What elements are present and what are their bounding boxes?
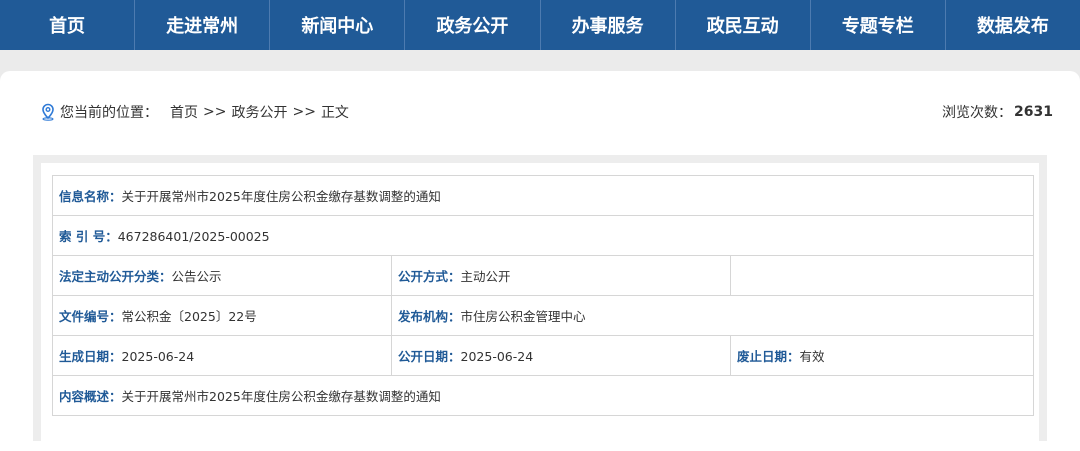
nav-about-changzhou[interactable]: 走进常州 [135,0,271,50]
breadcrumb-government-affairs[interactable]: 政务公开 [231,102,287,122]
table-row: 索 引 号：467286401/2025-00025 [51,215,1035,256]
disclosure-method-value: 主动公开 [460,269,511,284]
disclosure-method-label: 公开方式： [398,269,461,284]
document-number-value: 常公积金〔2025〕22号 [121,309,257,324]
created-date-value: 2025-06-24 [121,349,195,364]
breadcrumb-home[interactable]: 首页 [170,102,198,122]
disclosure-method-cell: 公开方式：主动公开 [391,255,731,296]
category-cell: 法定主动公开分类：公告公示 [52,255,392,296]
breadcrumb-label: 您当前的位置： [60,105,158,121]
breadcrumb-separator: >> [203,104,227,120]
index-number-value: 467286401/2025-00025 [117,229,270,244]
index-number-cell: 索 引 号：467286401/2025-00025 [51,215,1035,256]
nav-news-center[interactable]: 新闻中心 [270,0,406,50]
empty-cell [729,255,1035,296]
table-row: 生成日期：2025-06-24 公开日期：2025-06-24 废止日期：有效 [52,335,1035,376]
summary-cell: 内容概述：关于开展常州市2025年度住房公积金缴存基数调整的通知 [51,375,1035,416]
info-box: 信息名称：关于开展常州市2025年度住房公积金缴存基数调整的通知 索 引 号：4… [33,155,1047,441]
abolished-date-value: 有效 [799,349,825,364]
nav-home[interactable]: 首页 [0,0,136,50]
document-number-label: 文件编号： [59,309,122,324]
nav-services[interactable]: 办事服务 [541,0,676,50]
publisher-cell: 发布机构：市住房公积金管理中心 [390,295,1035,336]
info-name-label: 信息名称： [59,189,122,204]
nav-interaction[interactable]: 政民互动 [676,0,811,50]
table-row: 内容概述：关于开展常州市2025年度住房公积金缴存基数调整的通知 [51,375,1035,416]
created-date-cell: 生成日期：2025-06-24 [52,335,392,376]
nav-special-topics[interactable]: 专题专栏 [811,0,946,50]
document-number-cell: 文件编号：常公积金〔2025〕22号 [52,295,392,336]
info-box-inner: 信息名称：关于开展常州市2025年度住房公积金缴存基数调整的通知 索 引 号：4… [41,163,1039,441]
nav-data-release[interactable]: 数据发布 [946,0,1080,50]
category-value: 公告公示 [171,269,222,284]
abolished-date-label: 废止日期： [737,349,800,364]
table-row: 文件编号：常公积金〔2025〕22号 发布机构：市住房公积金管理中心 [52,295,1035,336]
breadcrumb-current: 正文 [320,105,349,121]
published-date-value: 2025-06-24 [460,349,534,364]
table-row: 法定主动公开分类：公告公示 公开方式：主动公开 [52,255,1035,296]
view-count-label: 浏览次数： [942,105,1013,121]
published-date-cell: 公开日期：2025-06-24 [391,335,731,376]
category-label: 法定主动公开分类： [59,269,172,284]
abolished-date-cell: 废止日期：有效 [729,335,1035,376]
view-count-value: 2631 [1014,104,1053,120]
view-counter: 浏览次数： 2631 [942,102,1053,122]
breadcrumb-separator: >> [292,104,316,120]
top-nav: 首页 走进常州 新闻中心 政务公开 办事服务 政民互动 专题专栏 数据发布 [0,0,1080,50]
index-number-label: 索 引 号： [59,229,118,244]
nav-government-affairs[interactable]: 政务公开 [405,0,541,50]
publisher-value: 市住房公积金管理中心 [460,309,586,324]
location-pin-icon [40,103,56,121]
publisher-label: 发布机构： [398,309,461,324]
table-row: 信息名称：关于开展常州市2025年度住房公积金缴存基数调整的通知 [51,175,1035,216]
info-table: 信息名称：关于开展常州市2025年度住房公积金缴存基数调整的通知 索 引 号：4… [51,175,1035,416]
info-name-value: 关于开展常州市2025年度住房公积金缴存基数调整的通知 [121,189,441,204]
summary-label: 内容概述： [59,389,122,404]
summary-value: 关于开展常州市2025年度住房公积金缴存基数调整的通知 [121,389,441,404]
breadcrumb: 您当前的位置： 首页 >> 政务公开 >> 正文 [40,102,349,122]
info-name-cell: 信息名称：关于开展常州市2025年度住房公积金缴存基数调整的通知 [51,175,1035,216]
created-date-label: 生成日期： [59,349,122,364]
published-date-label: 公开日期： [398,349,461,364]
